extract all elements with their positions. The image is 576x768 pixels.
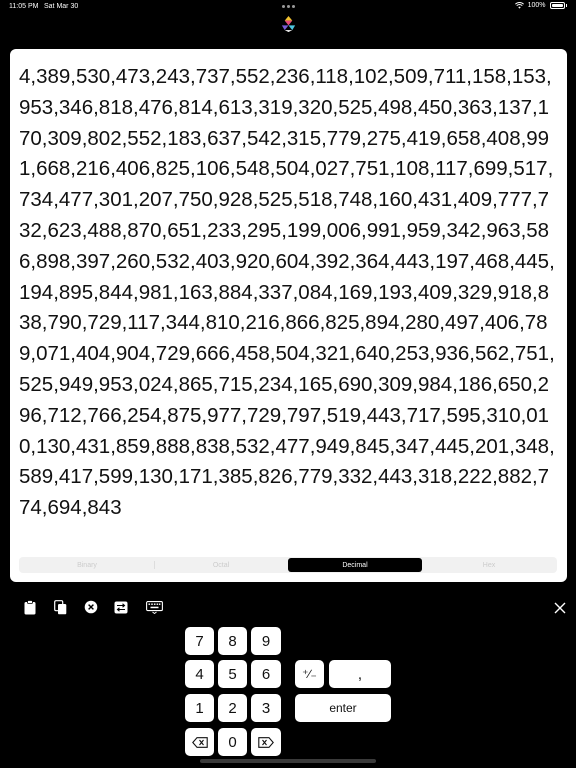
backspace-key[interactable] bbox=[185, 728, 214, 756]
forward-delete-key[interactable] bbox=[251, 728, 281, 756]
forward-delete-icon bbox=[258, 736, 274, 748]
segment-binary[interactable]: Binary bbox=[20, 558, 154, 572]
copy-icon bbox=[53, 599, 66, 614]
clear-button[interactable] bbox=[83, 599, 99, 615]
keyboard-button[interactable] bbox=[145, 599, 163, 615]
segment-decimal[interactable]: Decimal bbox=[288, 558, 422, 572]
wifi-icon bbox=[514, 2, 524, 9]
key-7[interactable]: 7 bbox=[185, 627, 214, 655]
key-2[interactable]: 2 bbox=[218, 694, 247, 722]
paste-button[interactable] bbox=[22, 599, 38, 615]
sign-key[interactable]: ⁺∕₋ bbox=[295, 660, 324, 688]
key-8[interactable]: 8 bbox=[218, 627, 247, 655]
key-5[interactable]: 5 bbox=[218, 660, 247, 688]
backspace-icon bbox=[191, 736, 208, 748]
status-time: 11:05 PM bbox=[9, 3, 39, 10]
status-date: Sat Mar 30 bbox=[44, 3, 79, 10]
enter-key[interactable]: enter bbox=[295, 694, 391, 722]
copy-button[interactable] bbox=[52, 599, 68, 615]
clear-icon bbox=[84, 600, 98, 614]
keyboard-icon bbox=[145, 600, 163, 614]
key-9[interactable]: 9 bbox=[251, 627, 281, 655]
battery-percent: 100% bbox=[527, 2, 546, 9]
key-6[interactable]: 6 bbox=[251, 660, 281, 688]
key-0[interactable]: 0 bbox=[218, 728, 247, 756]
display-value[interactable]: 4,389,530,473,243,737,552,236,118,102,50… bbox=[19, 62, 559, 524]
key-1[interactable]: 1 bbox=[185, 694, 214, 722]
status-right: 100% bbox=[514, 2, 567, 9]
multitasking-dots-icon[interactable] bbox=[282, 5, 295, 8]
display-card: 4,389,530,473,243,737,552,236,118,102,50… bbox=[10, 49, 567, 582]
swap-button[interactable] bbox=[113, 599, 129, 615]
battery-icon bbox=[549, 2, 565, 9]
clipboard-icon bbox=[24, 599, 36, 614]
app-logo-icon bbox=[281, 15, 296, 33]
key-3[interactable]: 3 bbox=[251, 694, 281, 722]
close-icon[interactable] bbox=[553, 601, 567, 615]
segment-octal[interactable]: Octal bbox=[154, 558, 288, 572]
comma-key[interactable]: , bbox=[329, 660, 391, 688]
swap-icon bbox=[114, 601, 128, 613]
key-4[interactable]: 4 bbox=[185, 660, 214, 688]
segment-hex[interactable]: Hex bbox=[422, 558, 556, 572]
base-selector: Binary Octal Decimal Hex bbox=[19, 557, 557, 573]
status-bar: 11:05 PM Sat Mar 30 100% bbox=[0, 0, 576, 14]
home-indicator[interactable] bbox=[200, 759, 376, 763]
